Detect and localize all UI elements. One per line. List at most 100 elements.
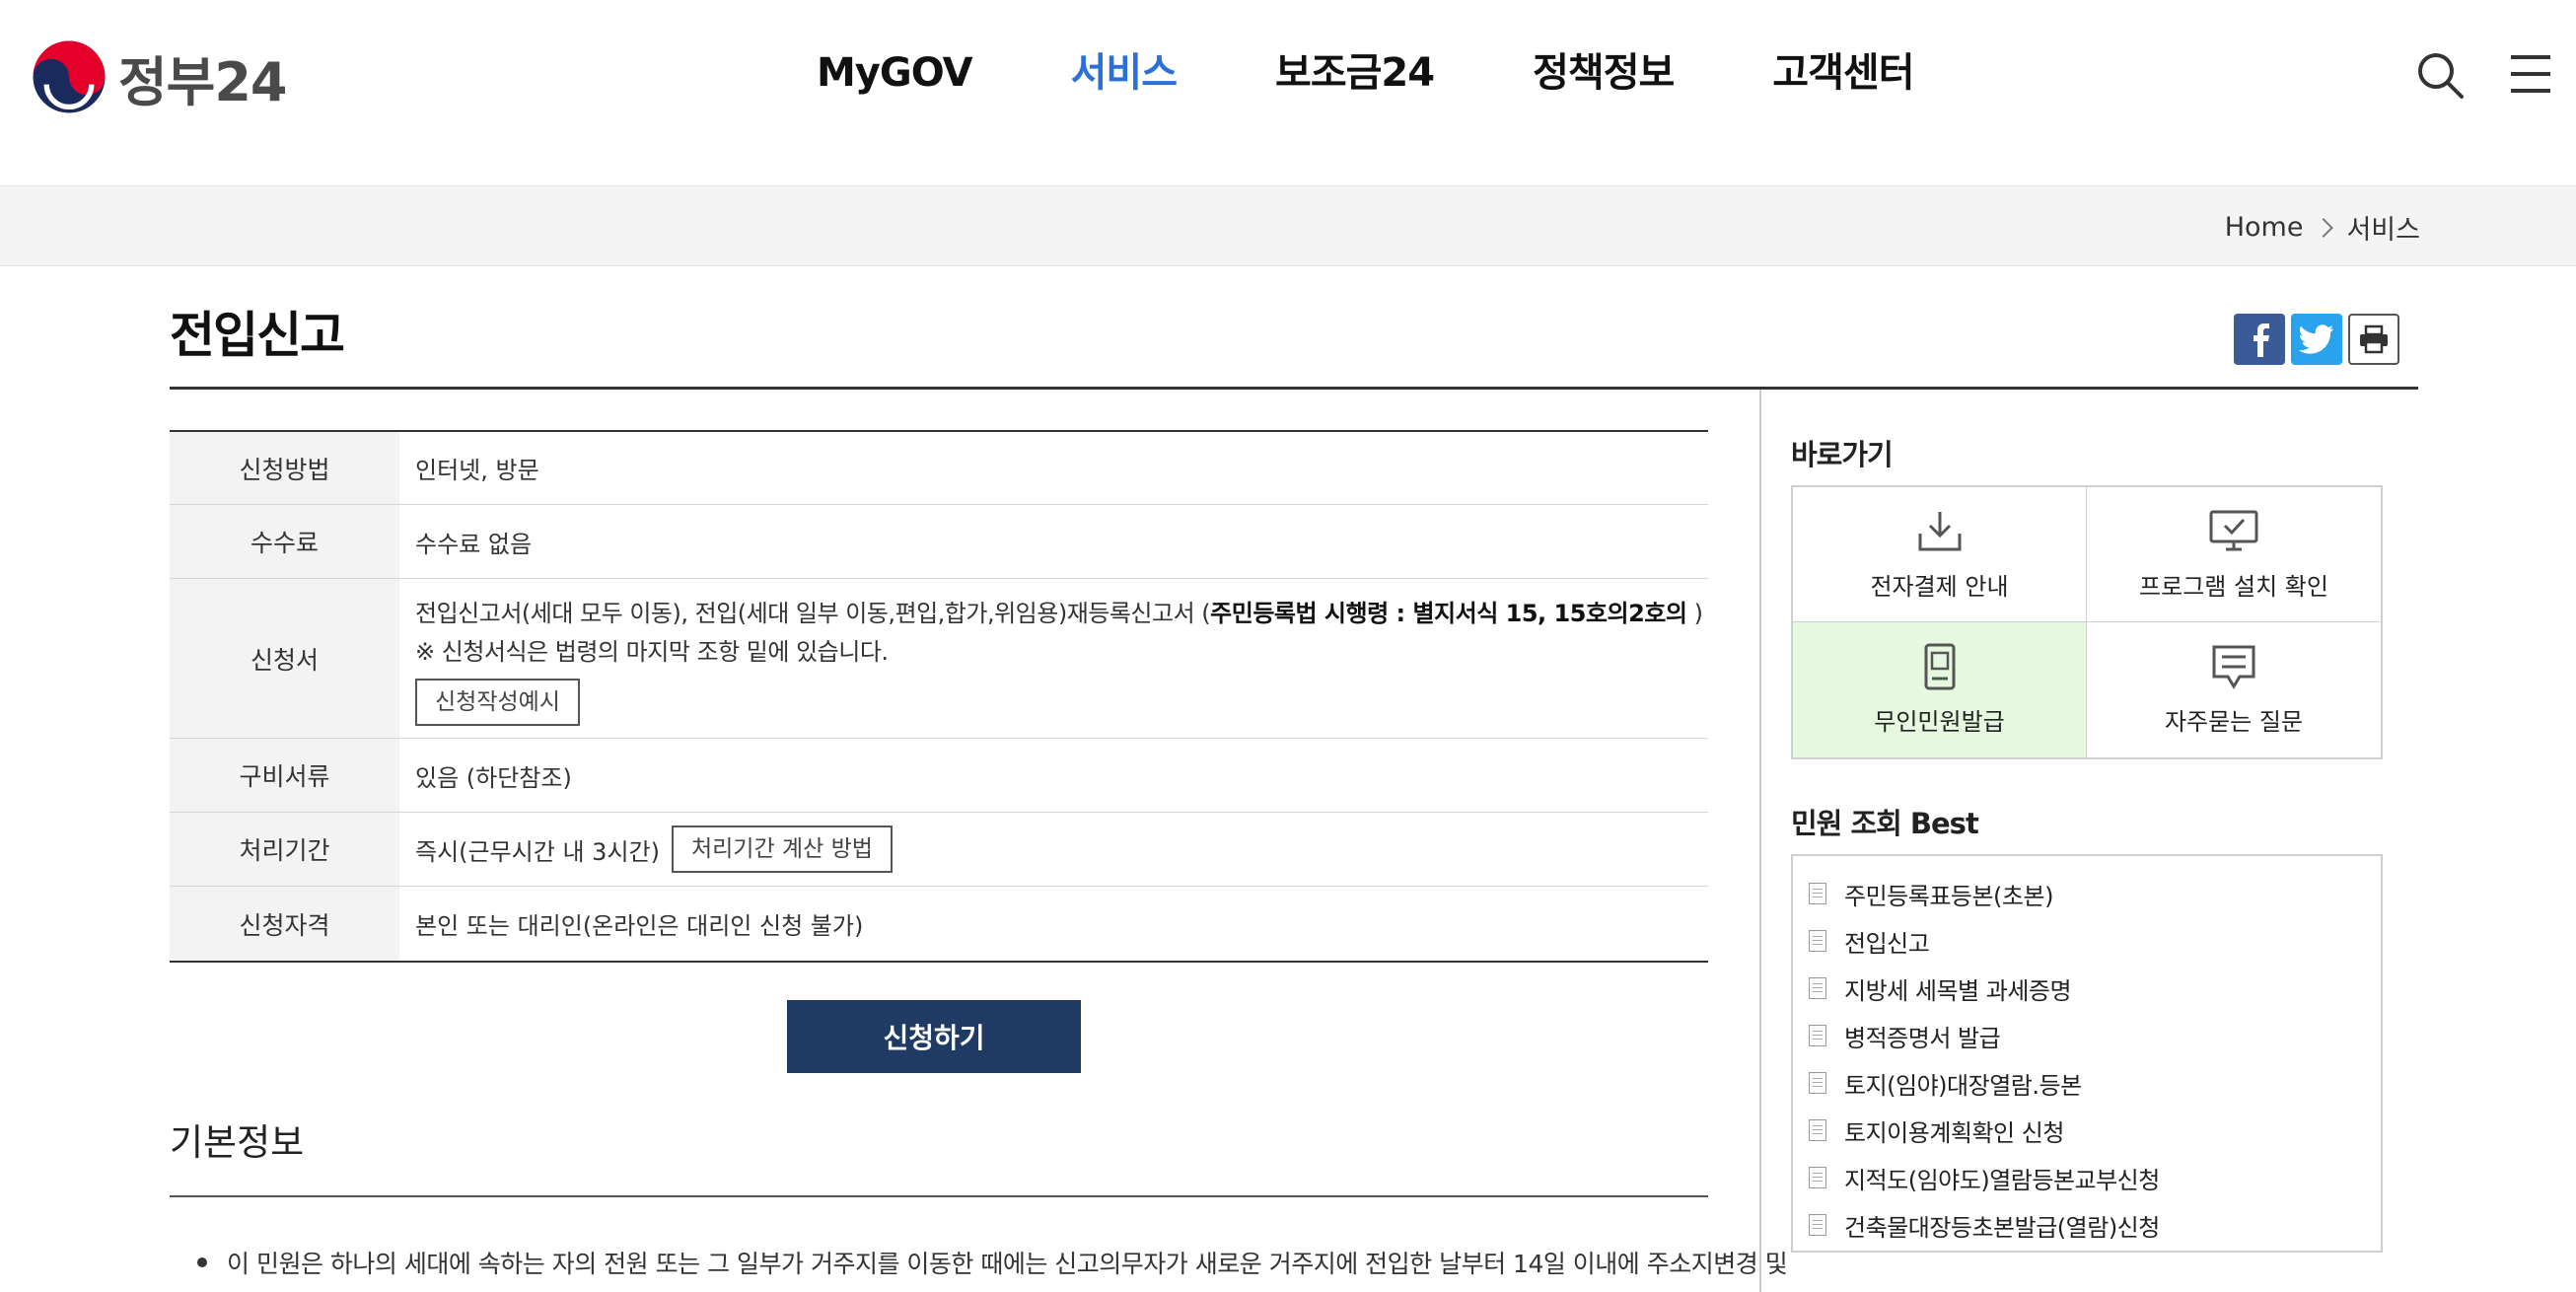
fee-value: 수수료 없음 [415, 530, 533, 558]
nav-policy-info[interactable]: 정책정보 [1533, 41, 1675, 105]
document-icon [1809, 1167, 1826, 1188]
sidebar-divider [1759, 390, 1761, 1292]
row-value: 즉시(근무시간 내 3시간) 처리기간 계산 방법 [399, 813, 1708, 886]
breadcrumb-services[interactable]: 서비스 [2346, 208, 2420, 247]
table-row-fee: 수수료 수수료 없음 [170, 505, 1708, 579]
list-item[interactable]: 건축물대장등초본발급(열람)신청 [1793, 1201, 2381, 1249]
quick-links-title: 바로가기 [1791, 438, 1894, 471]
chevron-right-icon [2314, 217, 2334, 238]
nav-mygov[interactable]: MyGOV [817, 41, 973, 105]
list-item-label: 주민등록표등본(초본) [1844, 882, 2053, 910]
breadcrumb-bar: Home 서비스 [0, 185, 2576, 266]
document-icon [1809, 930, 1826, 952]
facebook-share-button[interactable] [2234, 314, 2285, 365]
service-info-table: 신청방법 인터넷, 방문 수수료 수수료 없음 신청서 전입신고서(세대 모두 … [170, 430, 1708, 963]
form-note: ※ 신청서식은 법령의 마지막 조항 밑에 있습니다. [415, 637, 889, 666]
table-row-docs: 구비서류 있음 (하단참조) [170, 739, 1708, 813]
basic-info-text: 이 민원은 하나의 세대에 속하는 자의 전원 또는 그 일부가 거주지를 이동… [227, 1250, 1788, 1278]
list-item[interactable]: 전입신고 [1793, 917, 2381, 965]
table-row-period: 처리기간 즉시(근무시간 내 3시간) 처리기간 계산 방법 [170, 813, 1708, 887]
form-text: 전입신고서(세대 모두 이동), 전입(세대 일부 이동,편입,합가,위임용)재… [415, 599, 1211, 627]
list-item-label: 건축물대장등초본발급(열람)신청 [1844, 1213, 2160, 1242]
docs-value: 있음 (하단참조) [415, 763, 572, 792]
document-icon [1809, 883, 1826, 904]
list-item-label: 지적도(임야도)열람등본교부신청 [1844, 1166, 2160, 1194]
list-item-label: 토지이용계획확인 신청 [1844, 1118, 2064, 1147]
site-header: 정부24 MyGOV 서비스 보조금24 정책정보 고객센터 [0, 0, 2576, 185]
site-logo[interactable]: 정부24 [32, 37, 288, 116]
form-example-button[interactable]: 신청작성예시 [415, 678, 580, 726]
title-divider [170, 387, 2418, 390]
page-title: 전입신고 [170, 307, 345, 364]
kiosk-icon [1924, 643, 1955, 690]
nav-services[interactable]: 서비스 [1071, 41, 1178, 105]
basic-info-title: 기본정보 [170, 1121, 305, 1164]
logo-text: 정부24 [118, 50, 288, 113]
row-value: 있음 (하단참조) [399, 739, 1708, 812]
list-item-label: 병적증명서 발급 [1844, 1024, 2001, 1052]
list-item-label: 토지(임야)대장열람.등본 [1844, 1071, 2082, 1100]
document-icon [1809, 1072, 1826, 1094]
quick-link-e-payment[interactable]: 전자결제 안내 [1793, 487, 2087, 622]
chat-icon [2212, 645, 2255, 689]
search-icon[interactable] [2414, 49, 2466, 101]
list-item-label: 전입신고 [1844, 929, 1930, 958]
list-item[interactable]: 토지(임야)대장열람.등본 [1793, 1059, 2381, 1107]
document-icon [1809, 1214, 1826, 1236]
nav-subsidy24[interactable]: 보조금24 [1275, 41, 1435, 105]
quick-link-faq[interactable]: 자주묻는 질문 [2087, 622, 2381, 757]
method-value: 인터넷, 방문 [415, 457, 539, 484]
taegeuk-logo-icon [33, 40, 106, 113]
row-value: 전입신고서(세대 모두 이동), 전입(세대 일부 이동,편입,합가,위임용)재… [399, 579, 1708, 738]
quick-links-grid: 전자결제 안내 프로그램 설치 확인 무인민원발급 자주묻는 질문 [1791, 485, 2383, 759]
apply-button[interactable]: 신청하기 [787, 1000, 1081, 1073]
breadcrumb: Home 서비스 [2225, 208, 2420, 247]
main-nav: MyGOV 서비스 보조금24 정책정보 고객센터 [817, 41, 2013, 105]
table-row-eligibility: 신청자격 본인 또는 대리인(온라인은 대리인 신청 불가) [170, 887, 1708, 961]
list-item: 이 민원은 하나의 세대에 속하는 자의 전원 또는 그 일부가 거주지를 이동… [197, 1245, 1788, 1280]
row-label: 신청방법 [170, 432, 399, 504]
form-names: 전입신고서(세대 모두 이동), 전입(세대 일부 이동,편입,합가,위임용)재… [415, 594, 1708, 628]
eligibility-value: 본인 또는 대리인(온라인은 대리인 신청 불가) [415, 912, 864, 940]
twitter-icon [2299, 324, 2333, 354]
nav-customer-center[interactable]: 고객센터 [1772, 41, 1914, 105]
row-value: 본인 또는 대리인(온라인은 대리인 신청 불가) [399, 887, 1708, 961]
best-services-list: 주민등록표등본(초본) 전입신고 지방세 세목별 과세증명 병적증명서 발급 토… [1791, 854, 2383, 1253]
quick-link-kiosk[interactable]: 무인민원발급 [1793, 622, 2087, 757]
list-item[interactable]: 병적증명서 발급 [1793, 1012, 2381, 1059]
form-text-end: ) [1686, 599, 1703, 627]
list-item[interactable]: 지적도(임야도)열람등본교부신청 [1793, 1154, 2381, 1201]
row-value: 인터넷, 방문 [399, 432, 1708, 504]
table-row-method: 신청방법 인터넷, 방문 [170, 432, 1708, 505]
twitter-share-button[interactable] [2291, 314, 2342, 365]
breadcrumb-home[interactable]: Home [2225, 212, 2304, 243]
list-item-label: 지방세 세목별 과세증명 [1844, 976, 2072, 1005]
print-button[interactable] [2348, 314, 2399, 365]
row-value: 수수료 없음 [399, 505, 1708, 578]
table-row-form: 신청서 전입신고서(세대 모두 이동), 전입(세대 일부 이동,편입,합가,위… [170, 579, 1708, 739]
quick-link-label: 무인민원발급 [1874, 708, 2005, 736]
share-buttons [2234, 314, 2405, 365]
form-law-reference[interactable]: 주민등록법 시행령 : 별지서식 15, 15호의2호의 [1210, 600, 1687, 627]
printer-icon [2360, 324, 2388, 354]
list-item[interactable]: 토지이용계획확인 신청 [1793, 1107, 2381, 1154]
download-icon [1918, 511, 1961, 550]
document-icon [1809, 1119, 1826, 1141]
monitor-check-icon [2209, 510, 2258, 550]
bullet-icon [197, 1257, 207, 1267]
list-item[interactable]: 주민등록표등본(초본) [1793, 870, 2381, 917]
list-item[interactable]: 지방세 세목별 과세증명 [1793, 965, 2381, 1012]
period-value: 즉시(근무시간 내 3시간) [415, 837, 660, 866]
best-list-title: 민원 조회 Best [1791, 807, 1979, 840]
quick-link-label: 자주묻는 질문 [2164, 708, 2304, 736]
quick-link-label: 전자결제 안내 [1870, 572, 2009, 601]
hamburger-menu-icon[interactable] [2509, 51, 2552, 97]
period-calc-button[interactable]: 처리기간 계산 방법 [671, 825, 893, 873]
row-label: 처리기간 [170, 813, 399, 886]
document-icon [1809, 1025, 1826, 1046]
facebook-icon [2254, 323, 2269, 357]
row-label: 구비서류 [170, 739, 399, 812]
quick-link-program-check[interactable]: 프로그램 설치 확인 [2087, 487, 2381, 622]
section-divider [170, 1195, 1708, 1197]
quick-link-label: 프로그램 설치 확인 [2139, 572, 2328, 601]
